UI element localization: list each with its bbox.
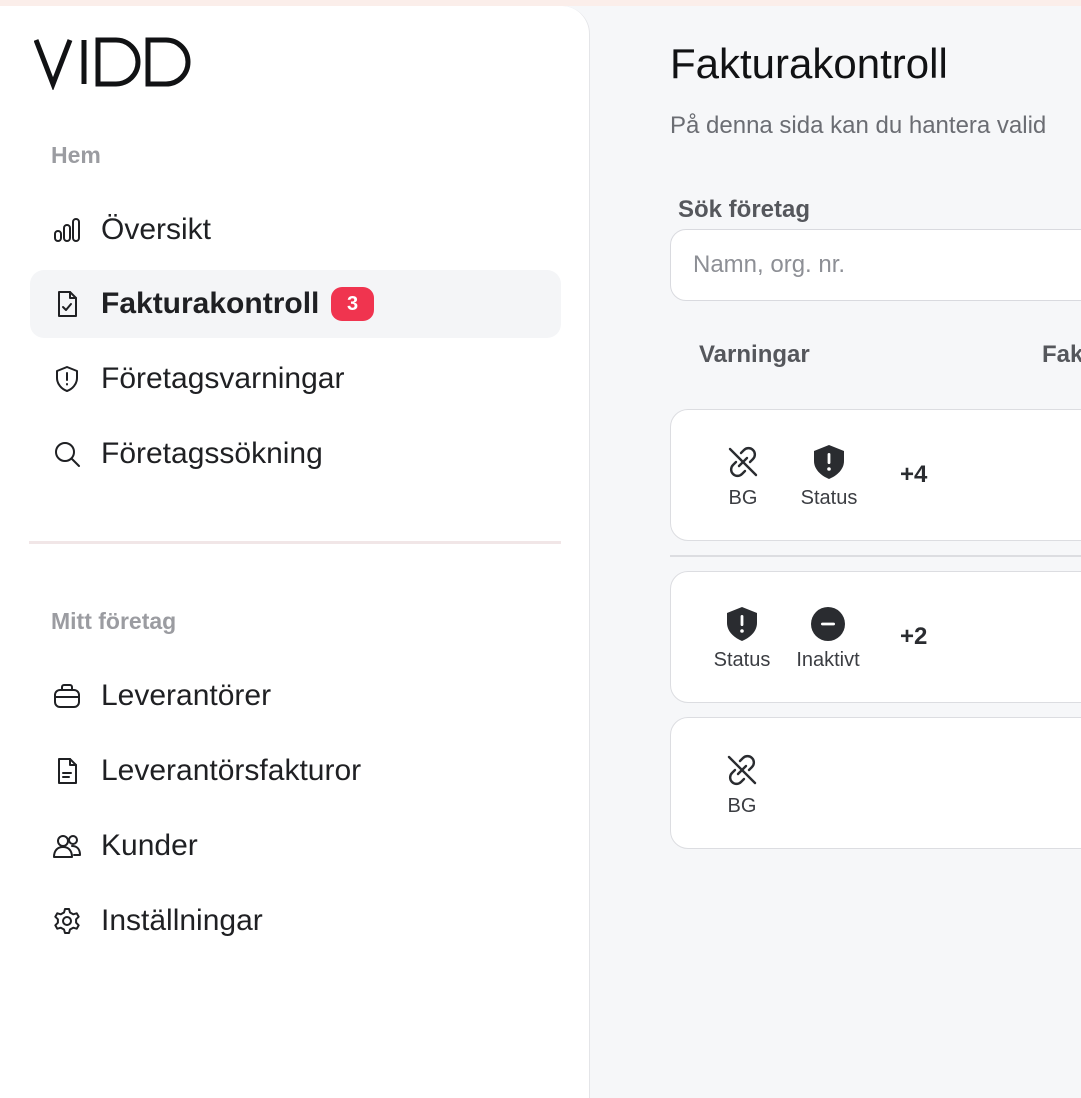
sidebar-item-fakturakontroll[interactable]: Fakturakontroll 3 — [30, 270, 561, 338]
gear-icon — [52, 906, 82, 936]
more-warnings-count[interactable]: +4 — [900, 461, 927, 489]
search-input[interactable] — [693, 251, 1081, 279]
minus-circle-icon — [811, 607, 845, 641]
page-description: På denna sida kan du hantera valid — [670, 112, 1047, 139]
warning-status: Status — [702, 605, 782, 672]
sidebar-item-installningar[interactable]: Inställningar — [30, 887, 561, 955]
shield-alert-icon — [814, 445, 844, 479]
sidebar-item-label: Kunder — [101, 829, 198, 862]
sidebar-item-leverantorsfakturor[interactable]: Leverantörsfakturor — [30, 737, 561, 805]
sidebar-divider — [29, 541, 561, 544]
table-row[interactable]: BG — [670, 717, 1081, 849]
sidebar-item-label: Leverantörsfakturor — [101, 754, 362, 787]
warning-bg: BG — [702, 751, 782, 818]
search-icon — [52, 439, 82, 469]
vidd-logo — [34, 37, 191, 90]
sidebar-item-label: Leverantörer — [101, 679, 272, 712]
page-title: Fakturakontroll — [670, 40, 948, 87]
broken-link-icon — [727, 755, 757, 785]
briefcase-icon — [52, 681, 82, 711]
search-label: Sök företag — [678, 196, 811, 223]
warning-label: BG — [728, 487, 758, 509]
warning-label: Status — [713, 649, 771, 671]
sidebar-item-kunder[interactable]: Kunder — [30, 812, 561, 880]
file-text-icon — [52, 756, 82, 786]
sidebar: Hem Översikt Fakturakontroll 3 Företagsv… — [0, 6, 590, 1098]
search-field[interactable] — [670, 229, 1081, 301]
users-icon — [52, 831, 82, 861]
sidebar-item-label: Fakturakontroll — [101, 287, 320, 320]
bar-chart-icon — [52, 215, 82, 245]
row-divider — [670, 555, 1081, 557]
file-check-icon — [52, 289, 82, 319]
sidebar-item-foretagsvarningar[interactable]: Företagsvarningar — [30, 345, 561, 413]
table-row[interactable]: BG Status +4 — [670, 409, 1081, 541]
shield-alert-icon — [52, 364, 82, 394]
warning-status: Status — [789, 443, 869, 510]
warning-label: Inaktivt — [796, 649, 860, 671]
sidebar-item-leverantorer[interactable]: Leverantörer — [30, 662, 561, 730]
notification-badge: 3 — [331, 287, 374, 321]
warning-bg: BG — [703, 443, 783, 510]
sidebar-item-foretagssokning[interactable]: Företagssökning — [30, 420, 561, 488]
shield-alert-icon — [727, 607, 757, 641]
sidebar-item-label: Inställningar — [101, 904, 263, 937]
sidebar-item-label: Företagssökning — [101, 437, 323, 470]
sidebar-item-label: Företagsvarningar — [101, 362, 345, 395]
sidebar-item-label: Översikt — [101, 213, 212, 246]
warning-label: Status — [800, 487, 858, 509]
column-header-faktura[interactable]: Fak — [1042, 341, 1081, 369]
broken-link-icon — [728, 447, 758, 477]
warning-label: BG — [727, 795, 757, 817]
section-label-company: Mitt företag — [51, 608, 177, 634]
sidebar-item-oversikt[interactable]: Översikt — [30, 196, 561, 264]
section-label-home: Hem — [51, 142, 101, 168]
warning-inaktivt: Inaktivt — [788, 605, 868, 672]
column-header-varningar[interactable]: Varningar — [699, 341, 810, 369]
table-row[interactable]: Status Inaktivt +2 — [670, 571, 1081, 703]
more-warnings-count[interactable]: +2 — [900, 623, 927, 651]
